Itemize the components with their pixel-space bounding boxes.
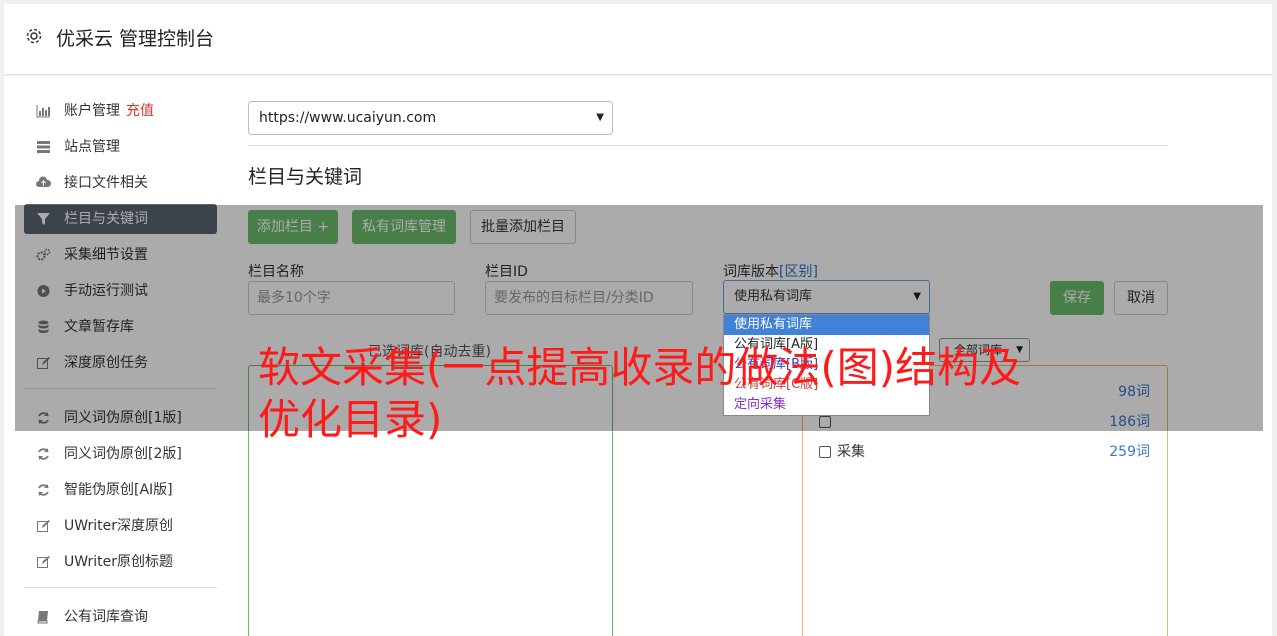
recharge-link[interactable]: 充值 bbox=[126, 103, 154, 119]
edit-icon bbox=[36, 555, 51, 569]
refresh-icon bbox=[36, 447, 51, 461]
keyword-count: 259词 bbox=[1109, 444, 1150, 460]
sidebar-item-label: UWriter原创标题 bbox=[64, 554, 173, 570]
divider bbox=[248, 145, 1168, 146]
sidebar-item-label: 账户管理 bbox=[64, 103, 120, 119]
cloud-upload-icon bbox=[36, 176, 52, 190]
server-icon bbox=[36, 140, 51, 154]
sidebar-item-ai-rewrite[interactable]: 智能伪原创[AI版] bbox=[24, 475, 217, 505]
site-select[interactable]: https://www.ucaiyun.com ▼ bbox=[248, 101, 613, 135]
sidebar-item-label: 接口文件相关 bbox=[64, 175, 148, 191]
sidebar-item-interface[interactable]: 接口文件相关 bbox=[24, 168, 217, 198]
section-title: 栏目与关键词 bbox=[248, 166, 363, 188]
sidebar-item-uwriter-deep[interactable]: UWriter深度原创 bbox=[24, 511, 217, 541]
sidebar-item-public-lib-query[interactable]: 公有词库查询 bbox=[24, 602, 217, 632]
sidebar-divider bbox=[24, 587, 217, 588]
checkbox[interactable] bbox=[819, 446, 831, 458]
sidebar-item-label: 站点管理 bbox=[64, 139, 120, 155]
app-title: 优采云 管理控制台 bbox=[56, 28, 215, 50]
sidebar-item-label: 公有词库查询 bbox=[64, 609, 148, 625]
sidebar-item-synonym-v2[interactable]: 同义词伪原创[2版] bbox=[24, 439, 217, 469]
sidebar-item-label: 同义词伪原创[2版] bbox=[64, 446, 182, 462]
top-header: 优采云 管理控制台 bbox=[4, 4, 1272, 75]
gear-icon bbox=[26, 28, 42, 44]
sidebar-item-label: UWriter深度原创 bbox=[64, 518, 173, 534]
lib-option[interactable]: 使用私有词库 bbox=[724, 315, 929, 335]
article-headline: 软文采集(一点提高收录的做法(图)结构及优化目录) bbox=[258, 343, 1022, 444]
sidebar-item-sites[interactable]: 站点管理 bbox=[24, 132, 217, 162]
bar-chart-icon bbox=[36, 104, 51, 118]
edit-icon bbox=[36, 519, 51, 533]
sidebar-item-label: 智能伪原创[AI版] bbox=[64, 482, 173, 498]
refresh-icon bbox=[36, 483, 51, 497]
book-icon bbox=[36, 610, 51, 624]
sidebar-item-account[interactable]: 账户管理 充值 bbox=[24, 96, 217, 126]
site-select-value: https://www.ucaiyun.com bbox=[259, 110, 437, 126]
chevron-down-icon: ▼ bbox=[596, 112, 604, 123]
sidebar-item-uwriter-title[interactable]: UWriter原创标题 bbox=[24, 547, 217, 577]
